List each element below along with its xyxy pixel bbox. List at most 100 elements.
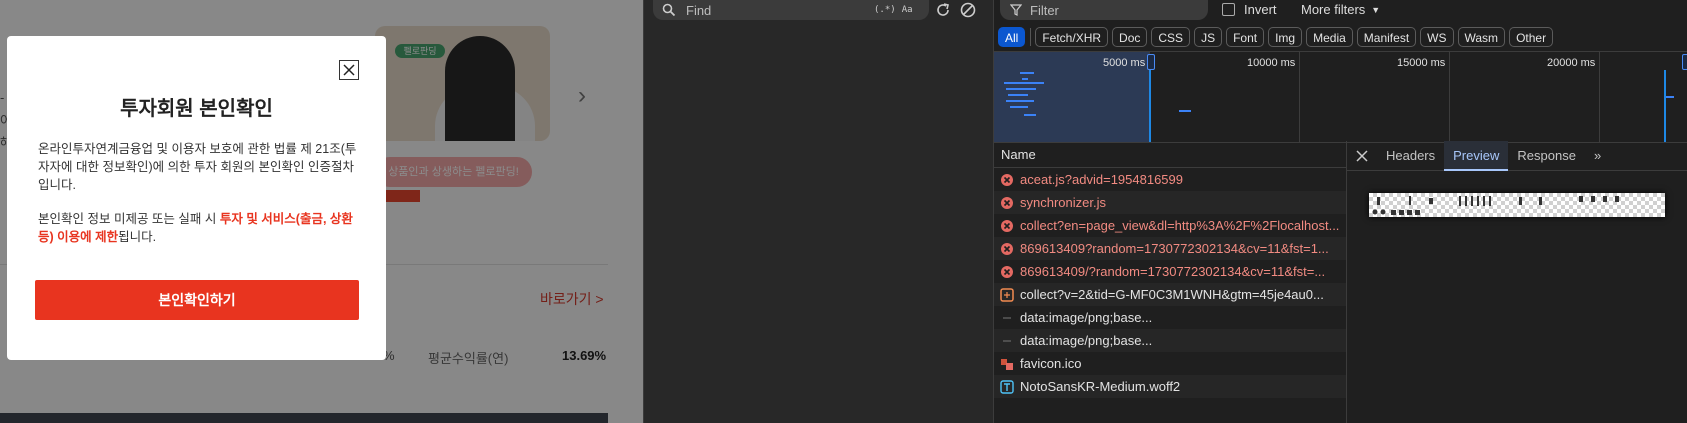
request-name: NotoSansKR-Medium.woff2 xyxy=(1020,379,1181,394)
request-name: data:image/png;base... xyxy=(1020,310,1153,325)
overview-request-bar xyxy=(1004,82,1044,84)
request-row[interactable]: NotoSansKR-Medium.woff2 xyxy=(994,375,1347,398)
match-case-toggle[interactable]: Aa xyxy=(902,5,913,15)
overview-left-handle[interactable] xyxy=(1147,54,1155,70)
filter-chip-wasm[interactable]: Wasm xyxy=(1457,27,1506,47)
tab-response[interactable]: Response xyxy=(1508,141,1585,171)
timeline-label: 15000 ms xyxy=(1397,57,1446,69)
find-box: (.*) Aa xyxy=(653,0,929,20)
filter-chip-other[interactable]: Other xyxy=(1509,27,1554,47)
modal-body: 온라인투자연계금융업 및 이용자 보호에 관한 법률 제 21조(투자자에 대한… xyxy=(38,140,358,262)
request-list: Name aceat.js?advid=1954816599 synchroniz… xyxy=(994,141,1347,423)
font-status-icon xyxy=(1000,379,1014,394)
request-row[interactable]: data:image/png;base... xyxy=(994,329,1347,352)
error-status-icon xyxy=(1001,173,1013,186)
filter-input[interactable] xyxy=(1028,1,1182,19)
more-tabs-icon[interactable]: » xyxy=(1585,141,1610,171)
overview-request-bar xyxy=(1022,78,1028,80)
request-row[interactable]: 869613409?random=1730772302134&cv=11&fst… xyxy=(994,237,1347,260)
request-name: collect?v=2&tid=G-MF0C3M1WNH&gtm=45je4au… xyxy=(1020,287,1324,302)
timeline-label: 5000 ms xyxy=(1103,57,1146,69)
invert-checkbox[interactable] xyxy=(1222,3,1235,16)
more-filters-label: More filters xyxy=(1301,2,1366,17)
modal-paragraph-law: 온라인투자연계금융업 및 이용자 보호에 관한 법률 제 21조(투자자에 대한… xyxy=(38,142,357,192)
filter-chip-font[interactable]: Font xyxy=(1226,27,1265,47)
load-marker xyxy=(1664,70,1666,142)
detail-tabs: Headers Preview Response » xyxy=(1347,140,1687,171)
warning-text: 본인확인 정보 미제공 또는 실패 시 xyxy=(38,212,220,226)
find-input[interactable] xyxy=(684,1,868,19)
dom-content-loaded-marker xyxy=(1149,70,1151,142)
overview-gridline xyxy=(1299,52,1300,142)
modal-title: 투자회원 본인확인 xyxy=(120,98,273,120)
network-overview[interactable]: 5000 ms 10000 ms 15000 ms 20000 ms xyxy=(994,51,1687,143)
filter-row: Invert More filters ▼ xyxy=(994,0,1687,21)
invert-toggle[interactable]: Invert xyxy=(1222,2,1277,17)
filter-box xyxy=(1000,0,1208,20)
image-status-icon xyxy=(1001,358,1013,370)
more-filters-dropdown[interactable]: More filters ▼ xyxy=(1301,2,1380,17)
identity-verification-modal: 투자회원 본인확인 온라인투자연계금융업 및 이용자 보호에 관한 법률 제 2… xyxy=(7,36,386,360)
filter-chip-all[interactable]: All xyxy=(998,27,1026,47)
overview-request-bar xyxy=(1006,88,1036,90)
filter-icon xyxy=(1010,4,1022,16)
clear-icon[interactable] xyxy=(959,1,977,19)
refresh-icon[interactable] xyxy=(934,1,952,19)
search-icon xyxy=(662,3,676,17)
request-name: collect?en=page_view&dl=http%3A%2F%2Floc… xyxy=(1020,218,1340,233)
request-name: aceat.js?advid=1954816599 xyxy=(1020,172,1184,187)
fetch-status-icon xyxy=(1000,287,1014,302)
overview-request-bar xyxy=(1006,100,1034,102)
filter-chip-js[interactable]: JS xyxy=(1194,27,1223,47)
dropdown-arrow-icon: ▼ xyxy=(1371,4,1381,15)
request-name: data:image/png;base... xyxy=(1020,333,1153,348)
overview-request-bar xyxy=(1010,106,1028,108)
error-status-icon xyxy=(1001,196,1013,209)
overview-request-bar xyxy=(1179,110,1191,112)
overview-request-bar xyxy=(1008,94,1028,96)
error-status-icon xyxy=(1001,265,1013,278)
tab-headers[interactable]: Headers xyxy=(1377,141,1444,171)
overview-request-bar xyxy=(1020,72,1034,74)
overview-gridline xyxy=(1599,52,1600,142)
close-detail-button[interactable] xyxy=(1347,141,1377,171)
invert-label: Invert xyxy=(1244,2,1277,17)
verify-identity-button[interactable]: 본인확인하기 xyxy=(35,280,359,320)
name-column-header[interactable]: Name xyxy=(994,141,1347,168)
filter-chip-css[interactable]: CSS xyxy=(1151,27,1191,47)
request-row[interactable]: collect?en=page_view&dl=http%3A%2F%2Floc… xyxy=(994,214,1347,237)
regex-toggle[interactable]: (.*) xyxy=(874,5,896,15)
request-row[interactable]: synchronizer.js xyxy=(994,191,1347,214)
request-name: favicon.ico xyxy=(1020,356,1082,371)
request-row[interactable]: data:image/png;base... xyxy=(994,306,1347,329)
request-row[interactable]: favicon.ico xyxy=(994,352,1347,375)
overview-request-bar xyxy=(1024,114,1036,116)
timeline-label: 20000 ms xyxy=(1547,57,1596,69)
image-preview xyxy=(1369,193,1665,217)
warning-text-end: 됩니다. xyxy=(118,230,157,244)
filter-chip-fetch-xhr[interactable]: Fetch/XHR xyxy=(1035,27,1109,47)
sprite-icons-preview xyxy=(1372,196,1619,215)
overview-gridline xyxy=(1449,52,1450,142)
request-row[interactable]: aceat.js?advid=1954816599 xyxy=(994,168,1347,191)
filter-chip-img[interactable]: Img xyxy=(1268,27,1303,47)
data-status-icon xyxy=(1003,317,1011,318)
overview-right-handle[interactable] xyxy=(1682,54,1687,70)
request-name: synchronizer.js xyxy=(1020,195,1106,210)
request-name: 869613409?random=1730772302134&cv=11&fst… xyxy=(1020,241,1329,256)
request-row[interactable]: 869613409/?random=1730772302134&cv=11&fs… xyxy=(994,260,1347,283)
resource-type-filters: All Fetch/XHR Doc CSS JS Font Img Media Manifest… xyxy=(994,25,1554,49)
filter-chip-manifest[interactable]: Manifest xyxy=(1356,27,1417,47)
tab-preview[interactable]: Preview xyxy=(1444,140,1509,171)
filter-chip-ws[interactable]: WS xyxy=(1420,27,1454,47)
request-row[interactable]: collect?v=2&tid=G-MF0C3M1WNH&gtm=45je4au… xyxy=(994,283,1347,306)
timeline-label: 10000 ms xyxy=(1247,57,1296,69)
filter-chip-media[interactable]: Media xyxy=(1306,27,1353,47)
filter-chip-doc[interactable]: Doc xyxy=(1112,27,1148,47)
web-page: 펠로판딩 상품인과 상생하는 펠로판딩! › - 어 해 바로가기 > % 평균… xyxy=(0,0,643,423)
modal-close-button[interactable] xyxy=(339,60,359,80)
close-icon xyxy=(1356,149,1368,162)
request-detail-pane: Headers Preview Response » xyxy=(1347,140,1687,423)
close-icon xyxy=(343,64,355,76)
error-status-icon xyxy=(1001,242,1013,255)
